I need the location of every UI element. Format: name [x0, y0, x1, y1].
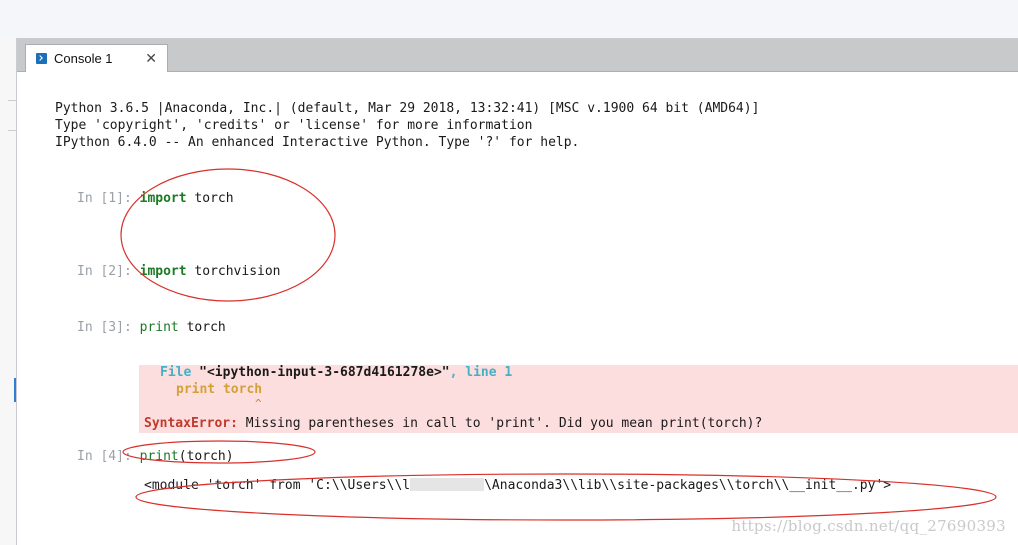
input-prompt: In [3]:: [77, 320, 132, 335]
redacted-region: [410, 478, 485, 491]
output-suffix: \Anaconda3\\lib\\site-packages\\torch\\_…: [484, 478, 892, 493]
top-toolbar-area: [0, 0, 1018, 38]
tab-console-1[interactable]: Console 1 ✕: [25, 44, 168, 72]
input-prompt: In [4]:: [77, 449, 132, 464]
traceback-file-label: File: [160, 365, 200, 380]
input-cell: In [2]: import torchvision: [77, 263, 281, 280]
spyder-window: Console 1 ✕ Python 3.6.5 |Anaconda, Inc.…: [0, 0, 1018, 545]
traceback-error-line: SyntaxError: Missing parentheses in call…: [144, 415, 762, 432]
error-name: SyntaxError:: [144, 416, 238, 431]
traceback-caret: ^: [255, 395, 262, 412]
code-keyword: import: [139, 264, 187, 279]
gutter-tick: [8, 100, 16, 101]
error-message: Missing parentheses in call to 'print'. …: [237, 416, 763, 431]
banner-line: Python 3.6.5 |Anaconda, Inc.| (default, …: [55, 101, 760, 116]
console-pane: Console 1 ✕ Python 3.6.5 |Anaconda, Inc.…: [16, 38, 1018, 545]
ipython-console-output[interactable]: Python 3.6.5 |Anaconda, Inc.| (default, …: [17, 72, 1018, 545]
gutter-tick: [8, 130, 16, 131]
console-tab-bar: Console 1 ✕: [17, 39, 1018, 72]
traceback-code-line: print torch: [176, 381, 262, 398]
close-icon[interactable]: ✕: [145, 52, 157, 66]
input-prompt: In [2]:: [77, 264, 132, 279]
code-text: (torch): [178, 449, 234, 464]
output-prefix: <module 'torch' from 'C:\\Users\\l: [144, 478, 411, 493]
input-cell: In [4]: print(torch): [77, 448, 234, 465]
watermark: https://blog.csdn.net/qq_27690393: [731, 517, 1006, 535]
banner-line: Type 'copyright', 'credits' or 'license'…: [55, 118, 533, 133]
traceback-line-label: , line 1: [449, 365, 513, 380]
code-keyword: import: [139, 191, 187, 206]
code-text: torch: [178, 320, 226, 335]
input-cell: In [1]: import torch: [77, 190, 234, 207]
code-text: torchvision: [186, 264, 281, 279]
left-gutter: [0, 38, 16, 545]
caret-marker: ^: [255, 397, 262, 410]
cell-output: <module 'torch' from 'C:\\Users\\l \Anaco…: [144, 477, 891, 494]
tab-label: Console 1: [54, 51, 113, 66]
code-keyword: print: [139, 449, 179, 464]
code-keyword: print: [139, 320, 179, 335]
traceback-code: print torch: [176, 382, 263, 397]
traceback-file-line: File "<ipython-input-3-687d4161278e>", l…: [160, 364, 512, 381]
traceback-file-name: "<ipython-input-3-687d4161278e>": [199, 365, 450, 380]
input-cell: In [3]: print torch: [77, 319, 226, 336]
code-text: torch: [186, 191, 234, 206]
banner-line: IPython 6.4.0 -- An enhanced Interactive…: [55, 135, 580, 150]
console-icon: [36, 53, 47, 64]
input-prompt: In [1]:: [77, 191, 132, 206]
